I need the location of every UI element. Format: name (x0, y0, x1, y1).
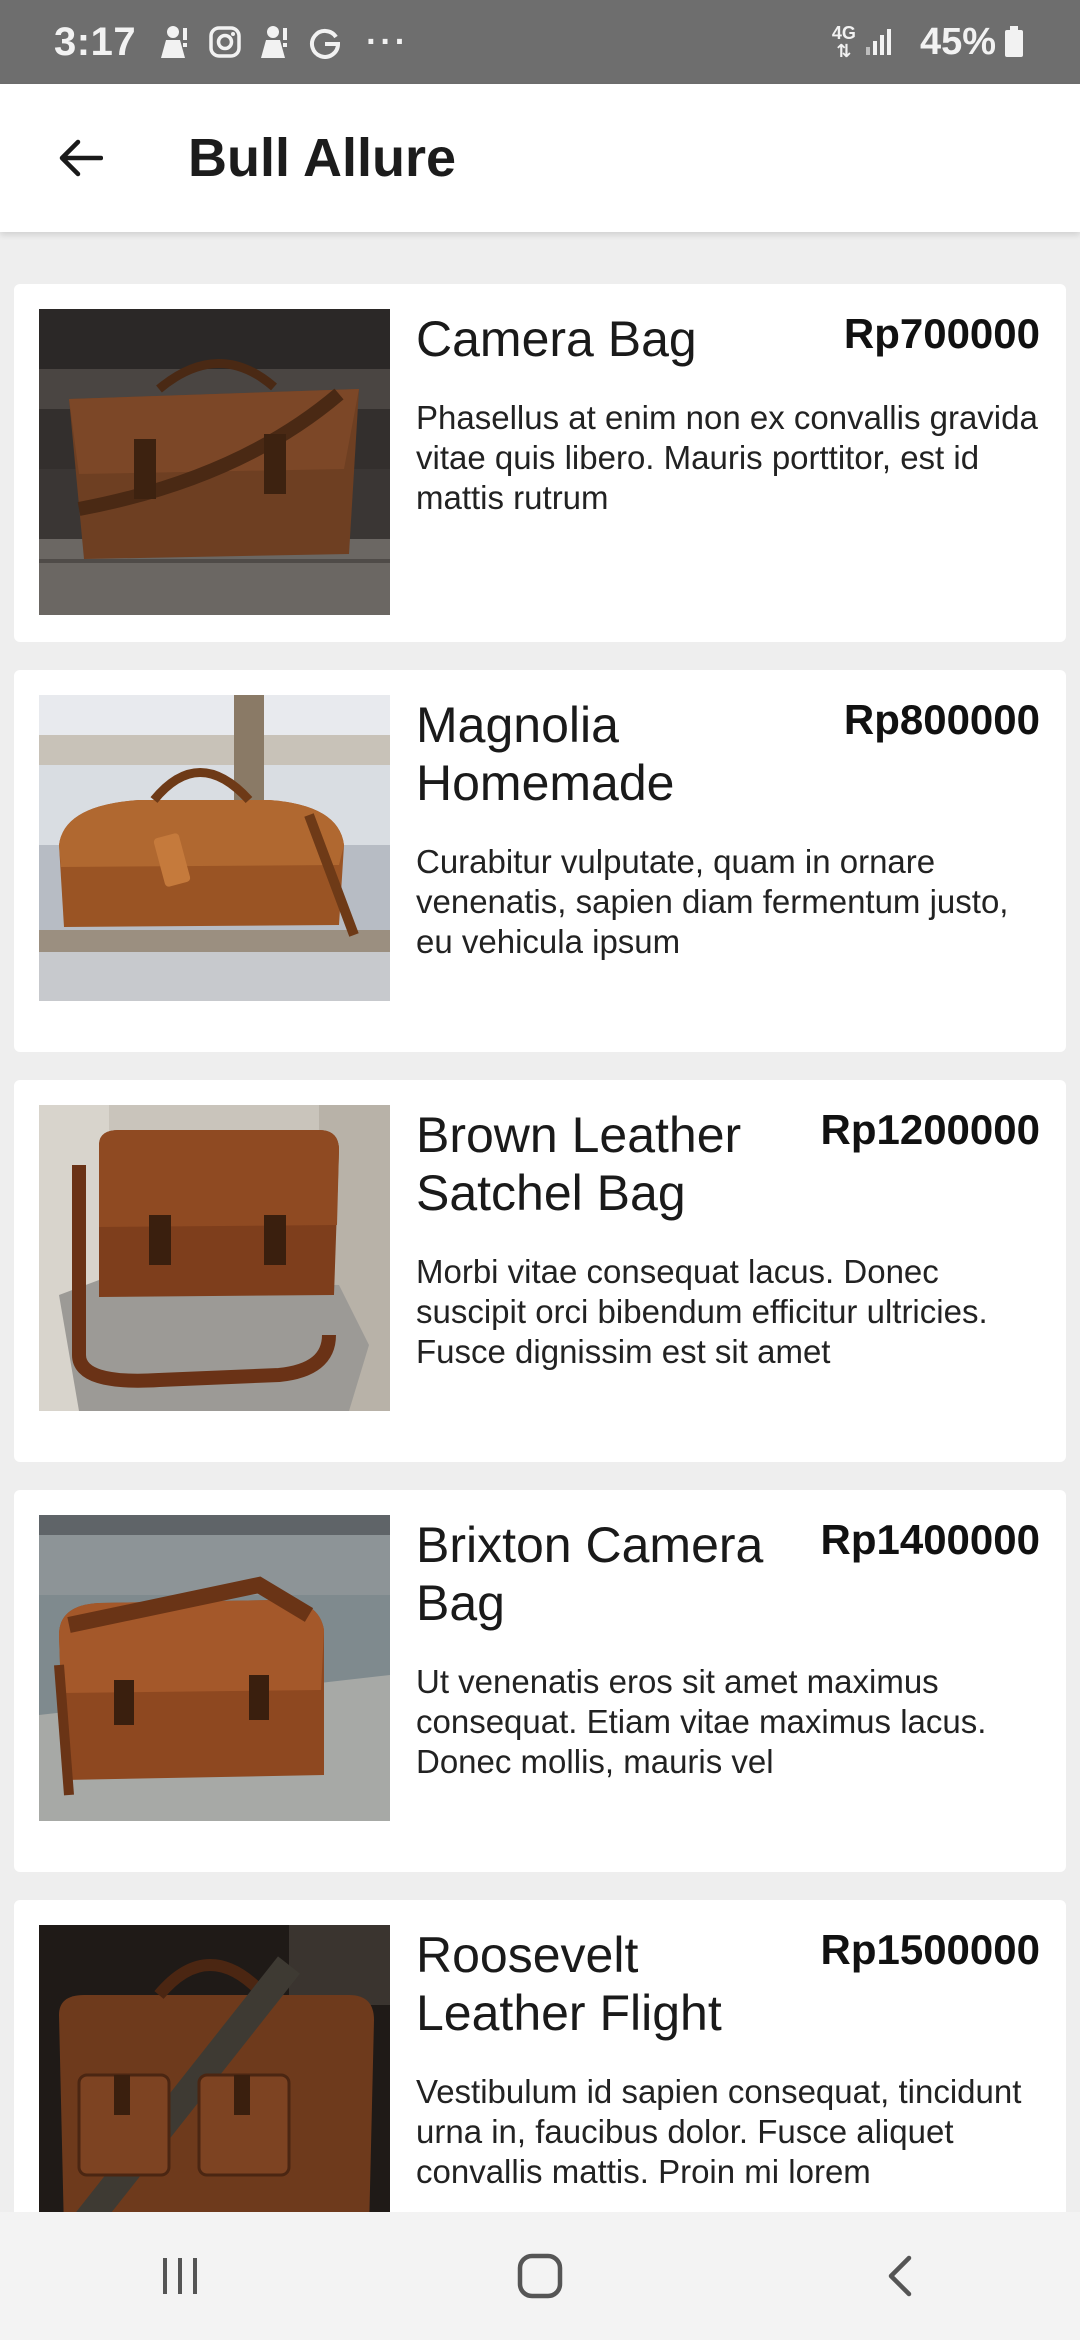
product-name: Roosevelt Leather Flight (416, 1927, 722, 2041)
network-type: 4G ⇅ (832, 24, 856, 60)
product-description: Phasellus at enim non ex convallis gravi… (416, 399, 1038, 516)
product-image-camera-bag (39, 309, 390, 615)
product-image-brown-leather-satchel-bag (39, 1105, 390, 1411)
battery-icon (1004, 26, 1024, 58)
system-back-button[interactable] (840, 2226, 960, 2326)
product-card[interactable]: Brixton Camera Bag Rp1400000 Ut venenati… (14, 1490, 1066, 1872)
network-label: 4G (831, 23, 856, 43)
recent-apps-button[interactable] (120, 2226, 240, 2326)
back-icon (888, 2255, 912, 2297)
status-bar: 3:17 ··· 4G ⇅ 45% (0, 0, 1080, 84)
product-image-magnolia-homemade (39, 695, 390, 1001)
status-right: 4G ⇅ 45% (832, 21, 1040, 64)
home-icon (517, 2253, 563, 2299)
product-price: Rp1200000 (820, 1106, 1041, 1153)
product-card[interactable]: Camera Bag Rp700000 Phasellus at enim no… (14, 284, 1066, 642)
person-alert-icon-2 (258, 24, 292, 60)
instagram-icon (208, 25, 242, 59)
product-name: Brixton Camera Bag (416, 1517, 764, 1631)
home-button[interactable] (480, 2226, 600, 2326)
product-card[interactable]: Brown Leather Satchel Bag Rp1200000 Morb… (14, 1080, 1066, 1462)
app-bar: Bull Allure (0, 84, 1080, 232)
product-price: Rp700000 (843, 310, 1040, 357)
page-title: Bull Allure (188, 128, 457, 188)
data-arrows-icon: ⇅ (836, 41, 852, 61)
person-alert-icon (158, 24, 192, 60)
status-left: 3:17 ··· (54, 20, 409, 65)
product-image-brixton-camera-bag (39, 1515, 390, 1821)
product-image-roosevelt-leather-flight (39, 1925, 390, 2231)
more-notifications-icon: ··· (366, 22, 410, 61)
product-description: Vestibulum id sapien consequat, tincidun… (416, 2073, 1022, 2190)
product-description: Curabitur vulputate, quam in ornare vene… (416, 843, 1009, 960)
status-time: 3:17 (54, 19, 137, 64)
product-price: Rp800000 (843, 696, 1040, 743)
product-name: Camera Bag (416, 311, 697, 367)
arrow-left-icon (59, 139, 103, 177)
google-icon (308, 25, 342, 59)
recent-apps-icon (163, 2258, 197, 2294)
product-price: Rp1500000 (820, 1926, 1041, 1973)
system-nav-bar (0, 2212, 1080, 2340)
product-name: Magnolia Homemade (416, 697, 675, 811)
product-description: Ut venenatis eros sit amet maximus conse… (416, 1663, 987, 1780)
product-card[interactable]: Magnolia Homemade Rp800000 Curabitur vul… (14, 670, 1066, 1052)
battery-percent: 45% (919, 20, 996, 63)
back-button[interactable] (30, 108, 130, 208)
product-price: Rp1400000 (820, 1516, 1041, 1563)
product-description: Morbi vitae consequat lacus. Donec susci… (416, 1253, 988, 1370)
signal-icon (864, 27, 894, 57)
product-name: Brown Leather Satchel Bag (416, 1107, 742, 1221)
